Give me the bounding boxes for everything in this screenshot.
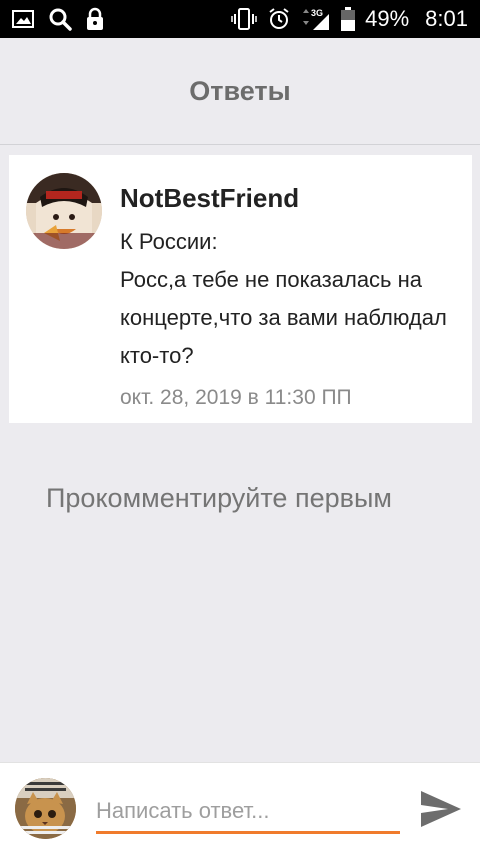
reply-bar: [0, 762, 480, 854]
search-icon: [48, 7, 72, 31]
network-icon: 3G: [301, 7, 331, 31]
current-user-avatar[interactable]: [15, 778, 76, 839]
send-icon: [418, 791, 464, 834]
lock-icon: [86, 7, 104, 31]
post-text: К России: Росс,а тебе не показалась на к…: [120, 223, 460, 375]
battery-percent: 49%: [365, 6, 410, 31]
battery-icon: [341, 7, 356, 31]
post-card[interactable]: NotBestFriend К России: Росс,а тебе не п…: [9, 155, 472, 423]
reply-input[interactable]: [96, 791, 400, 834]
empty-comments-message: Прокомментируйте первым: [46, 483, 392, 513]
post-body: NotBestFriend К России: Росс,а тебе не п…: [120, 181, 460, 413]
post-author-avatar[interactable]: [26, 173, 102, 249]
post-author-name[interactable]: NotBestFriend: [120, 181, 460, 215]
alarm-icon: [267, 7, 291, 31]
send-button[interactable]: [418, 787, 464, 831]
status-bar: 3G 49% 8:01: [0, 0, 480, 38]
vibrate-icon: [231, 8, 257, 30]
post-text-line: Росс,а тебе не показалась на концерте,чт…: [120, 267, 447, 368]
page-title: Ответы: [189, 75, 291, 106]
post-date: окт. 28, 2019 в 11:30 ПП: [120, 386, 352, 409]
post-text-line: К России:: [120, 229, 218, 254]
clock-time: 8:01: [425, 6, 468, 31]
gallery-icon: [12, 9, 34, 29]
network-type-label: 3G: [311, 8, 323, 18]
app-header: Ответы: [0, 38, 480, 145]
status-right: 3G 49% 8:01: [231, 6, 468, 32]
status-left: [12, 7, 104, 31]
